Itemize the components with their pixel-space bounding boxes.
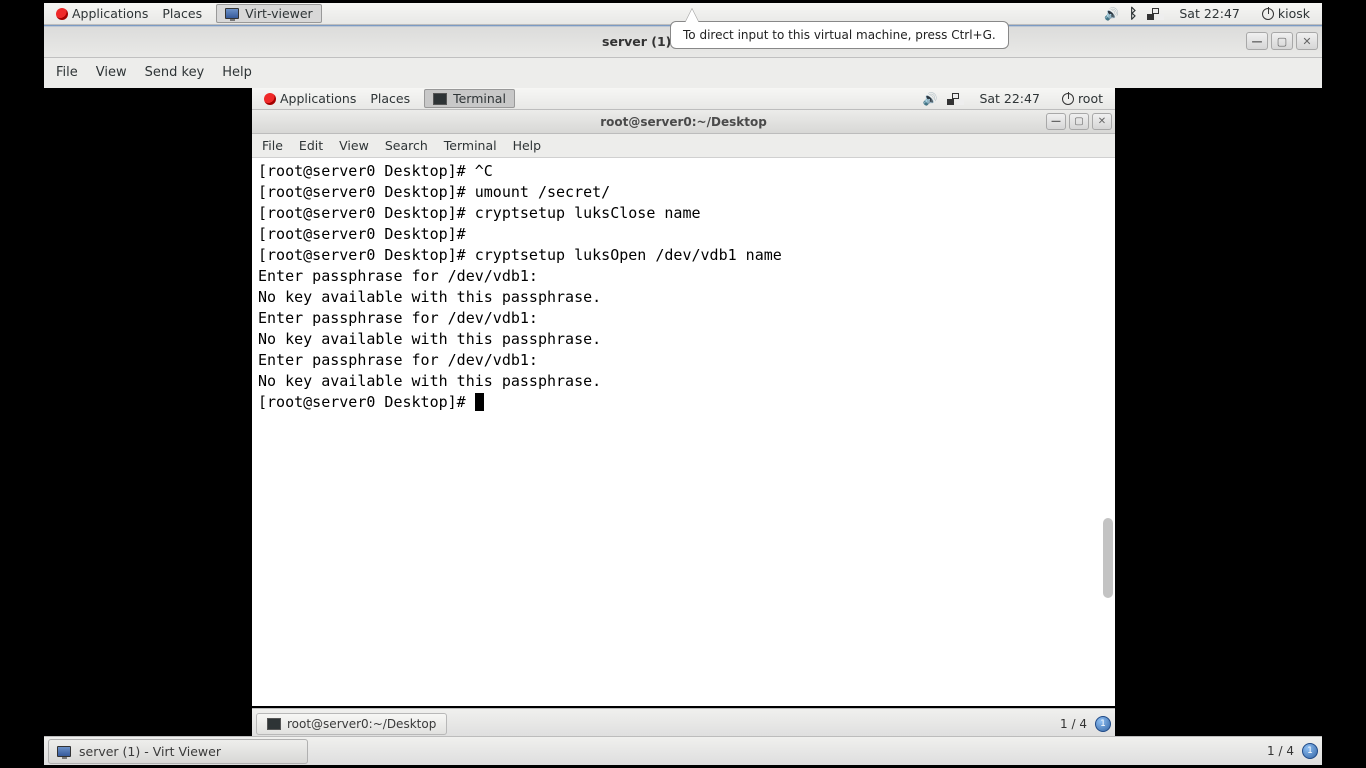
minimize-button[interactable]: —	[1246, 32, 1268, 50]
redhat-icon	[264, 93, 276, 105]
task-label: Virt-viewer	[245, 6, 313, 21]
applications-label: Applications	[72, 6, 148, 21]
taskbar-entry-virt-viewer[interactable]: Virt-viewer	[216, 4, 322, 23]
menu-sendkey[interactable]: Send key	[145, 65, 205, 80]
vm-framebuffer[interactable]: Applications Places Terminal Sat 22:47 r…	[0, 88, 1366, 738]
term-menu-search[interactable]: Search	[385, 138, 428, 153]
terminal-line: No key available with this passphrase.	[258, 330, 601, 348]
bluetooth-icon[interactable]	[1129, 6, 1137, 22]
user-menu[interactable]: kiosk	[1256, 4, 1316, 23]
monitor-icon	[225, 8, 239, 19]
guest-task-button-terminal[interactable]: root@server0:~/Desktop	[256, 713, 447, 735]
places-menu[interactable]: Places	[156, 4, 208, 23]
guest-places-label: Places	[370, 91, 410, 106]
redhat-icon	[56, 8, 68, 20]
clock-label: Sat 22:47	[1179, 6, 1240, 21]
monitor-icon	[57, 746, 71, 757]
volume-icon[interactable]	[1104, 6, 1119, 21]
virt-viewer-menubar: File View Send key Help	[44, 58, 1322, 86]
power-icon	[1262, 8, 1274, 20]
places-label: Places	[162, 6, 202, 21]
guest-volume-icon[interactable]	[922, 91, 937, 106]
host-bottom-panel: server (1) - Virt Viewer 1 / 4 1	[44, 736, 1322, 765]
term-menu-help[interactable]: Help	[513, 138, 542, 153]
terminal-line: [root@server0 Desktop]# cryptsetup luksC…	[258, 204, 701, 222]
guest-task-label: Terminal	[453, 91, 506, 106]
terminal-close-button[interactable]: ✕	[1092, 113, 1112, 130]
clock[interactable]: Sat 22:47	[1173, 4, 1246, 23]
menu-view[interactable]: View	[96, 65, 127, 80]
term-menu-file[interactable]: File	[262, 138, 283, 153]
host-task-button-virt-viewer[interactable]: server (1) - Virt Viewer	[48, 739, 308, 764]
host-workspace-indicator[interactable]: 1	[1302, 743, 1318, 759]
menu-file[interactable]: File	[56, 65, 78, 80]
terminal-title: root@server0:~/Desktop	[600, 115, 767, 129]
terminal-line: [root@server0 Desktop]#	[258, 393, 475, 411]
terminal-line: No key available with this passphrase.	[258, 372, 601, 390]
guest-workspace-indicator[interactable]: 1	[1095, 716, 1111, 732]
terminal-cursor	[475, 393, 484, 411]
guest-user-label: root	[1078, 91, 1103, 106]
user-label: kiosk	[1278, 6, 1310, 21]
terminal-viewport[interactable]: [root@server0 Desktop]# ^C [root@server0…	[252, 158, 1115, 706]
input-hint-tooltip: To direct input to this virtual machine,…	[670, 21, 1009, 49]
term-menu-edit[interactable]: Edit	[299, 138, 323, 153]
terminal-line: [root@server0 Desktop]#	[258, 225, 475, 243]
terminal-minimize-button[interactable]: —	[1046, 113, 1066, 130]
guest-applications-label: Applications	[280, 91, 356, 106]
guest-task-text: root@server0:~/Desktop	[287, 717, 436, 731]
host-task-text: server (1) - Virt Viewer	[79, 744, 221, 759]
maximize-button[interactable]: ▢	[1271, 32, 1293, 50]
power-icon	[1062, 93, 1074, 105]
guest-user-menu[interactable]: root	[1056, 89, 1109, 108]
guest-clock[interactable]: Sat 22:47	[973, 89, 1046, 108]
terminal-line: [root@server0 Desktop]# cryptsetup luksO…	[258, 246, 782, 264]
terminal-line: Enter passphrase for /dev/vdb1:	[258, 267, 547, 285]
menu-help[interactable]: Help	[222, 65, 252, 80]
terminal-line: [root@server0 Desktop]# umount /secret/	[258, 183, 610, 201]
close-button[interactable]: ✕	[1296, 32, 1318, 50]
terminal-line: Enter passphrase for /dev/vdb1:	[258, 309, 547, 327]
guest-top-panel: Applications Places Terminal Sat 22:47 r…	[252, 88, 1115, 110]
network-icon[interactable]	[1147, 8, 1163, 20]
terminal-maximize-button[interactable]: ▢	[1069, 113, 1089, 130]
guest-taskbar-entry-terminal[interactable]: Terminal	[424, 89, 515, 108]
terminal-line: No key available with this passphrase.	[258, 288, 601, 306]
term-menu-view[interactable]: View	[339, 138, 369, 153]
guest-clock-label: Sat 22:47	[979, 91, 1040, 106]
term-menu-terminal[interactable]: Terminal	[444, 138, 497, 153]
host-pager-text: 1 / 4	[1267, 744, 1294, 758]
scrollbar-thumb[interactable]	[1103, 518, 1113, 598]
terminal-window: root@server0:~/Desktop — ▢ ✕ File Edit V…	[252, 110, 1115, 706]
guest-network-icon[interactable]	[947, 93, 963, 105]
terminal-line: Enter passphrase for /dev/vdb1:	[258, 351, 547, 369]
guest-places-menu[interactable]: Places	[364, 89, 416, 108]
guest-bottom-panel: root@server0:~/Desktop 1 / 4 1	[252, 708, 1115, 738]
terminal-titlebar[interactable]: root@server0:~/Desktop — ▢ ✕	[252, 110, 1115, 134]
applications-menu[interactable]: Applications	[50, 4, 154, 23]
guest-applications-menu[interactable]: Applications	[258, 89, 362, 108]
terminal-icon	[433, 93, 447, 105]
terminal-icon	[267, 718, 281, 730]
tooltip-text: To direct input to this virtual machine,…	[683, 28, 996, 42]
terminal-menubar: File Edit View Search Terminal Help	[252, 134, 1115, 158]
guest-pager-text: 1 / 4	[1060, 717, 1087, 731]
terminal-line: [root@server0 Desktop]# ^C	[258, 162, 493, 180]
